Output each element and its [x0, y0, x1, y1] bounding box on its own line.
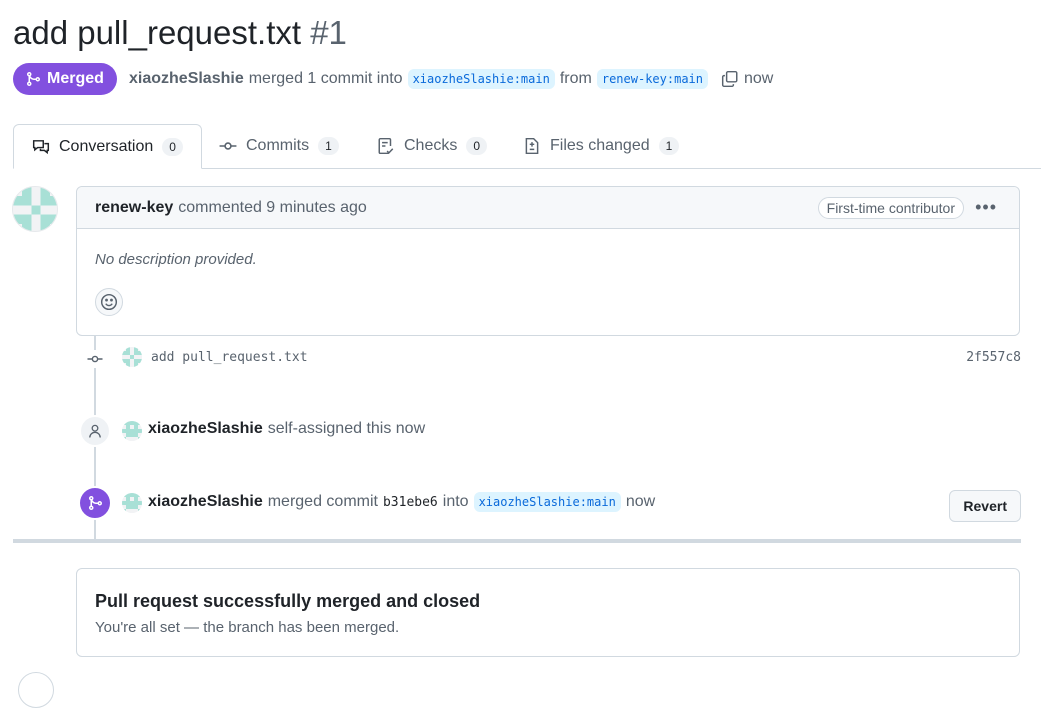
state-label: Merged [47, 70, 104, 87]
tab-counter: 1 [658, 137, 680, 155]
git-commit-icon [86, 350, 104, 368]
into-text: into [442, 493, 469, 510]
merged-state-badge: Merged [13, 63, 117, 95]
event-actor-link[interactable]: xiaozheSlashie [148, 420, 263, 438]
timeline-separator [13, 539, 1021, 543]
event-text: self-assigned this now [267, 420, 426, 437]
avatar[interactable] [122, 493, 142, 513]
head-branch[interactable]: renew-key:main [596, 69, 708, 89]
merge-commit-sha-link[interactable]: b31ebe6 [383, 495, 438, 510]
pr-time: now [744, 70, 774, 87]
commit-message-link[interactable]: add pull_request.txt [151, 350, 308, 365]
tab-label: Conversation [59, 137, 154, 155]
person-icon [79, 415, 111, 447]
base-branch[interactable]: xiaozheSlashie:main [407, 69, 555, 89]
merge-event: xiaozheSlashie merged commit b31ebe6 int… [148, 492, 655, 512]
avatar[interactable] [12, 186, 58, 232]
git-merge-icon [78, 486, 112, 520]
smiley-icon [100, 293, 118, 311]
git-merge-icon [27, 72, 41, 86]
merge-target-branch[interactable]: xiaozheSlashie:main [473, 492, 621, 512]
pr-title-text: add pull_request.txt [13, 14, 302, 51]
tab-counter: 0 [466, 137, 488, 155]
pr-author-link[interactable]: xiaozheSlashie [129, 70, 244, 88]
avatar [18, 672, 54, 708]
pr-meta: xiaozheSlashie merged 1 commit into xiao… [129, 67, 773, 91]
merge-summary: merged 1 commit into [248, 70, 403, 87]
tab-counter: 1 [318, 137, 339, 155]
comment-header: renew-key commented 9 minutes ago First-… [77, 187, 1019, 229]
comment-action: commented 9 minutes ago [178, 198, 367, 216]
commit-sha-link[interactable]: 2f557c8 [966, 350, 1021, 365]
event-actor-link[interactable]: xiaozheSlashie [148, 493, 263, 511]
first-time-contributor-badge: First-time contributor [817, 197, 964, 219]
avatar[interactable] [122, 421, 142, 441]
copy-icon[interactable] [721, 70, 739, 88]
pr-number: #1 [310, 14, 347, 51]
avatar[interactable] [122, 347, 142, 367]
tab-label: Commits [246, 137, 310, 154]
file-diff-icon [525, 137, 539, 155]
kebab-menu-icon[interactable]: ••• [975, 198, 997, 216]
pr-tabs: Conversation 0 Commits 1 Checks 0 Files … [13, 124, 1041, 169]
event-text: merged commit [267, 493, 378, 510]
git-commit-icon [219, 142, 237, 150]
revert-button[interactable]: Revert [949, 490, 1021, 522]
tab-counter: 0 [162, 137, 183, 156]
from-text: from [559, 70, 592, 87]
comment-card: renew-key commented 9 minutes ago First-… [76, 186, 1020, 336]
comment-body: No description provided. [95, 251, 257, 268]
tab-files-changed[interactable]: Files changed 1 [505, 124, 697, 168]
checklist-icon [378, 137, 394, 155]
tab-commits[interactable]: Commits 1 [201, 124, 357, 168]
tab-checks[interactable]: Checks 0 [359, 124, 505, 168]
merged-status-subtitle: You're all set — the branch has been mer… [95, 619, 400, 636]
comment-discussion-icon [32, 139, 50, 154]
comment-author-link[interactable]: renew-key [95, 199, 173, 217]
assign-event: xiaozheSlashie self-assigned this now [148, 420, 425, 438]
tab-label: Checks [404, 137, 458, 154]
merge-time: now [625, 493, 656, 510]
merged-status-title: Pull request successfully merged and clo… [95, 591, 481, 611]
tab-label: Files changed [550, 137, 650, 154]
tab-conversation[interactable]: Conversation 0 [13, 124, 202, 169]
pr-title: add pull_request.txt #1 [13, 12, 347, 54]
merged-status-box: Pull request successfully merged and clo… [76, 568, 1020, 657]
add-reaction-button[interactable] [95, 288, 123, 316]
